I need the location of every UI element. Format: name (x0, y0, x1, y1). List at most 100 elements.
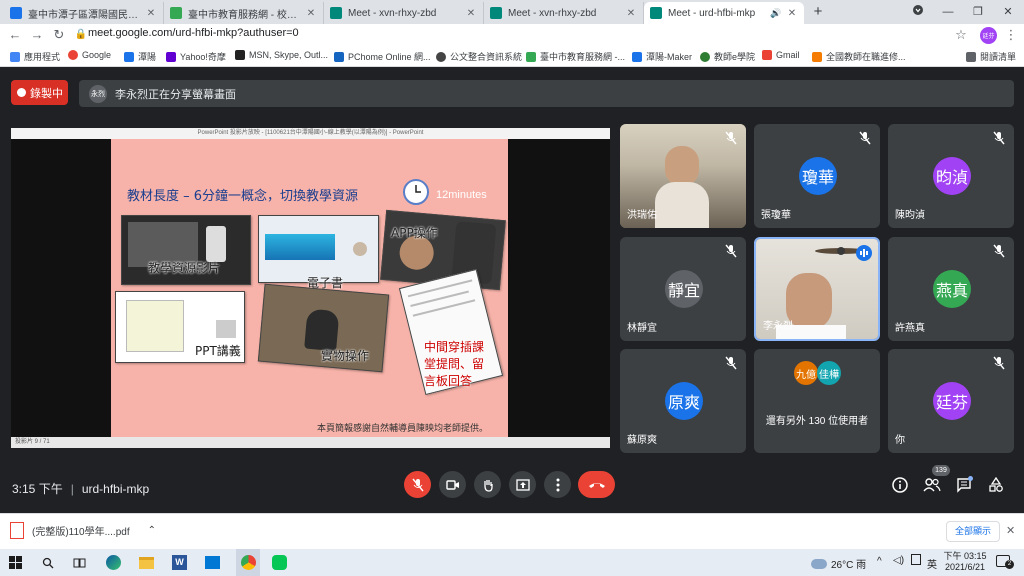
bookmark-item[interactable]: 潭陽-Maker (632, 50, 692, 63)
browser-tab[interactable]: Meet - xvn-rhxy-zbd ✕ (484, 2, 644, 24)
gmail-icon (762, 50, 772, 60)
tab-title: Meet - xvn-rhxy-zbd (508, 7, 597, 19)
edge-browser-icon[interactable] (104, 553, 123, 572)
weather-widget[interactable]: 26°C 雨 (811, 556, 866, 571)
ebook-page-image (265, 234, 335, 260)
mic-toggle-button[interactable] (404, 471, 431, 498)
tab-close-icon[interactable]: ✕ (465, 8, 477, 19)
meeting-time: 3:15 下午 | urd-hfbi-mkp (12, 482, 150, 496)
line-app-icon[interactable] (270, 553, 289, 572)
forward-arrow-icon[interactable]: → (28, 26, 46, 44)
activities-button[interactable] (987, 476, 1005, 494)
others-count-label: 還有另外 130 位使用者 (765, 416, 869, 427)
clock-icon (403, 179, 429, 205)
participant-tile[interactable]: 靜宜 林靜宜 (620, 237, 746, 341)
shared-screen[interactable]: PowerPoint 投影片放映 - [1100621台中潭陽國小-線上教學(以… (11, 128, 610, 448)
chevron-up-tray-icon[interactable]: ^ (877, 556, 882, 567)
new-tab-button[interactable]: + (803, 2, 833, 22)
back-arrow-icon[interactable]: ← (6, 26, 24, 44)
speaker-volume-icon[interactable]: ◁) (893, 555, 904, 566)
chat-button[interactable] (955, 476, 973, 494)
handout-page-image (126, 300, 184, 352)
close-shelf-icon[interactable]: ✕ (1006, 524, 1015, 537)
ime-indicator[interactable]: 英 (927, 556, 937, 571)
participant-name: 張瓊華 (761, 210, 791, 221)
leave-call-button[interactable] (578, 471, 615, 498)
system-clock[interactable]: 下午 03:15 2021/6/21 (943, 551, 987, 573)
bookmark-item[interactable]: PChome Online 網... (334, 50, 431, 63)
bookmark-item[interactable]: 臺中市教育服務網 -... (526, 50, 625, 63)
label-app: APP操作 (391, 226, 438, 240)
self-tile[interactable]: 廷芬 你 (888, 349, 1014, 453)
slide: 教材長度 – 6分鐘一概念，切換教學資源 12minutes 教學資源影片 電子… (111, 139, 508, 437)
url-field[interactable]: meet.google.com/urd-hfbi-mkp?authuser=0 (88, 27, 299, 39)
participant-tile[interactable]: 原爽 蘇原爽 (620, 349, 746, 453)
bookmark-item[interactable]: Google (68, 50, 111, 60)
tab-close-icon[interactable]: ✕ (305, 8, 317, 19)
file-explorer-icon[interactable] (137, 553, 156, 572)
photos-icon[interactable] (203, 553, 222, 572)
bookmark-item[interactable]: MSN, Skype, Outl... (235, 50, 328, 60)
profile-avatar[interactable]: 廷芬 (980, 27, 997, 44)
download-item[interactable]: (完整版)110學年....pdf ⌃ (10, 522, 156, 539)
browser-tab[interactable]: Meet - xvn-rhxy-zbd ✕ (324, 2, 484, 24)
bookmark-star-icon[interactable]: ☆ (952, 26, 970, 44)
meeting-details-button[interactable] (891, 476, 909, 494)
chrome-taskbar-icon[interactable] (236, 549, 260, 576)
browser-tab-active[interactable]: Meet - urd-hfbi-mkp 🔊 ✕ (644, 2, 804, 24)
participant-name: 李永烈 (763, 321, 793, 332)
browser-tab[interactable]: 臺中市教育服務網 - 校園活動報名 ✕ (164, 2, 324, 24)
tab-favicon-icon (650, 7, 662, 19)
camera-toggle-button[interactable] (439, 471, 466, 498)
bookmark-item[interactable]: Yahoo!奇摩 (166, 50, 226, 63)
participant-avatar: 靜宜 (665, 270, 703, 308)
browser-tab[interactable]: 臺中市潭子區潭陽國民小學 ✕ (4, 2, 164, 24)
notification-center-icon[interactable]: 2 (996, 555, 1014, 569)
info-icon (892, 477, 908, 493)
show-all-button[interactable]: 全部顯示 (946, 521, 1000, 542)
chevron-up-icon[interactable]: ⌃ (148, 525, 156, 536)
reading-list[interactable]: 閱讀清單 (966, 50, 1016, 63)
participant-tile[interactable]: 洪瑞佑 (620, 124, 746, 228)
maximize-button[interactable]: ❐ (963, 2, 993, 22)
bookmark-item[interactable]: 全國教師在職進修... (812, 50, 906, 63)
participant-tile-speaking[interactable]: 李永烈 (754, 237, 880, 341)
bookmark-apps[interactable]: 應用程式 (10, 50, 60, 63)
windows-start-icon[interactable] (6, 553, 25, 572)
participant-tile[interactable]: 燕真 許燕真 (888, 237, 1014, 341)
participant-avatar: 燕真 (933, 270, 971, 308)
mic-off-icon (993, 131, 1005, 145)
activities-shapes-icon (989, 477, 1003, 492)
tab-close-icon[interactable]: ✕ (145, 8, 157, 19)
participant-name: 陳昀湞 (895, 210, 925, 221)
bookmark-item[interactable]: Gmail (762, 50, 800, 60)
bookmark-item[interactable]: 教師e學院 (700, 50, 755, 63)
network-icon[interactable] (911, 554, 921, 565)
bookmark-item[interactable]: 公文整合資訊系統 (436, 50, 522, 63)
msn-icon (235, 50, 245, 60)
others-tile[interactable]: 九億 佳樺 還有另外 130 位使用者 (754, 349, 880, 453)
present-now-button[interactable] (509, 471, 536, 498)
tab-search-icon[interactable] (903, 2, 933, 22)
close-window-button[interactable]: ✕ (993, 2, 1023, 22)
chat-unread-dot (968, 476, 973, 481)
tab-close-icon[interactable]: ✕ (625, 8, 637, 19)
reload-icon[interactable]: ↻ (50, 26, 68, 44)
bookmark-item[interactable]: 潭陽 (124, 50, 156, 63)
participant-tile[interactable]: 瓊華 張瓊華 (754, 124, 880, 228)
people-button[interactable]: 139 (923, 465, 950, 494)
raise-hand-button[interactable] (474, 471, 501, 498)
participant-tile[interactable]: 昀湞 陳昀湞 (888, 124, 1014, 228)
speaker-icon[interactable]: 🔊 (770, 8, 782, 19)
minimize-button[interactable]: — (933, 2, 963, 22)
bookmark-favicon-icon (526, 51, 536, 62)
notification-count: 2 (1005, 560, 1014, 569)
more-options-button[interactable] (544, 471, 571, 498)
search-icon[interactable] (38, 553, 57, 572)
tab-close-icon[interactable]: ✕ (786, 8, 798, 19)
chrome-menu-icon[interactable]: ⋮ (1002, 26, 1020, 44)
person-image (304, 308, 340, 352)
recording-badge[interactable]: 錄製中 (11, 80, 68, 105)
word-icon[interactable]: W (170, 553, 189, 572)
task-view-icon[interactable] (70, 553, 89, 572)
